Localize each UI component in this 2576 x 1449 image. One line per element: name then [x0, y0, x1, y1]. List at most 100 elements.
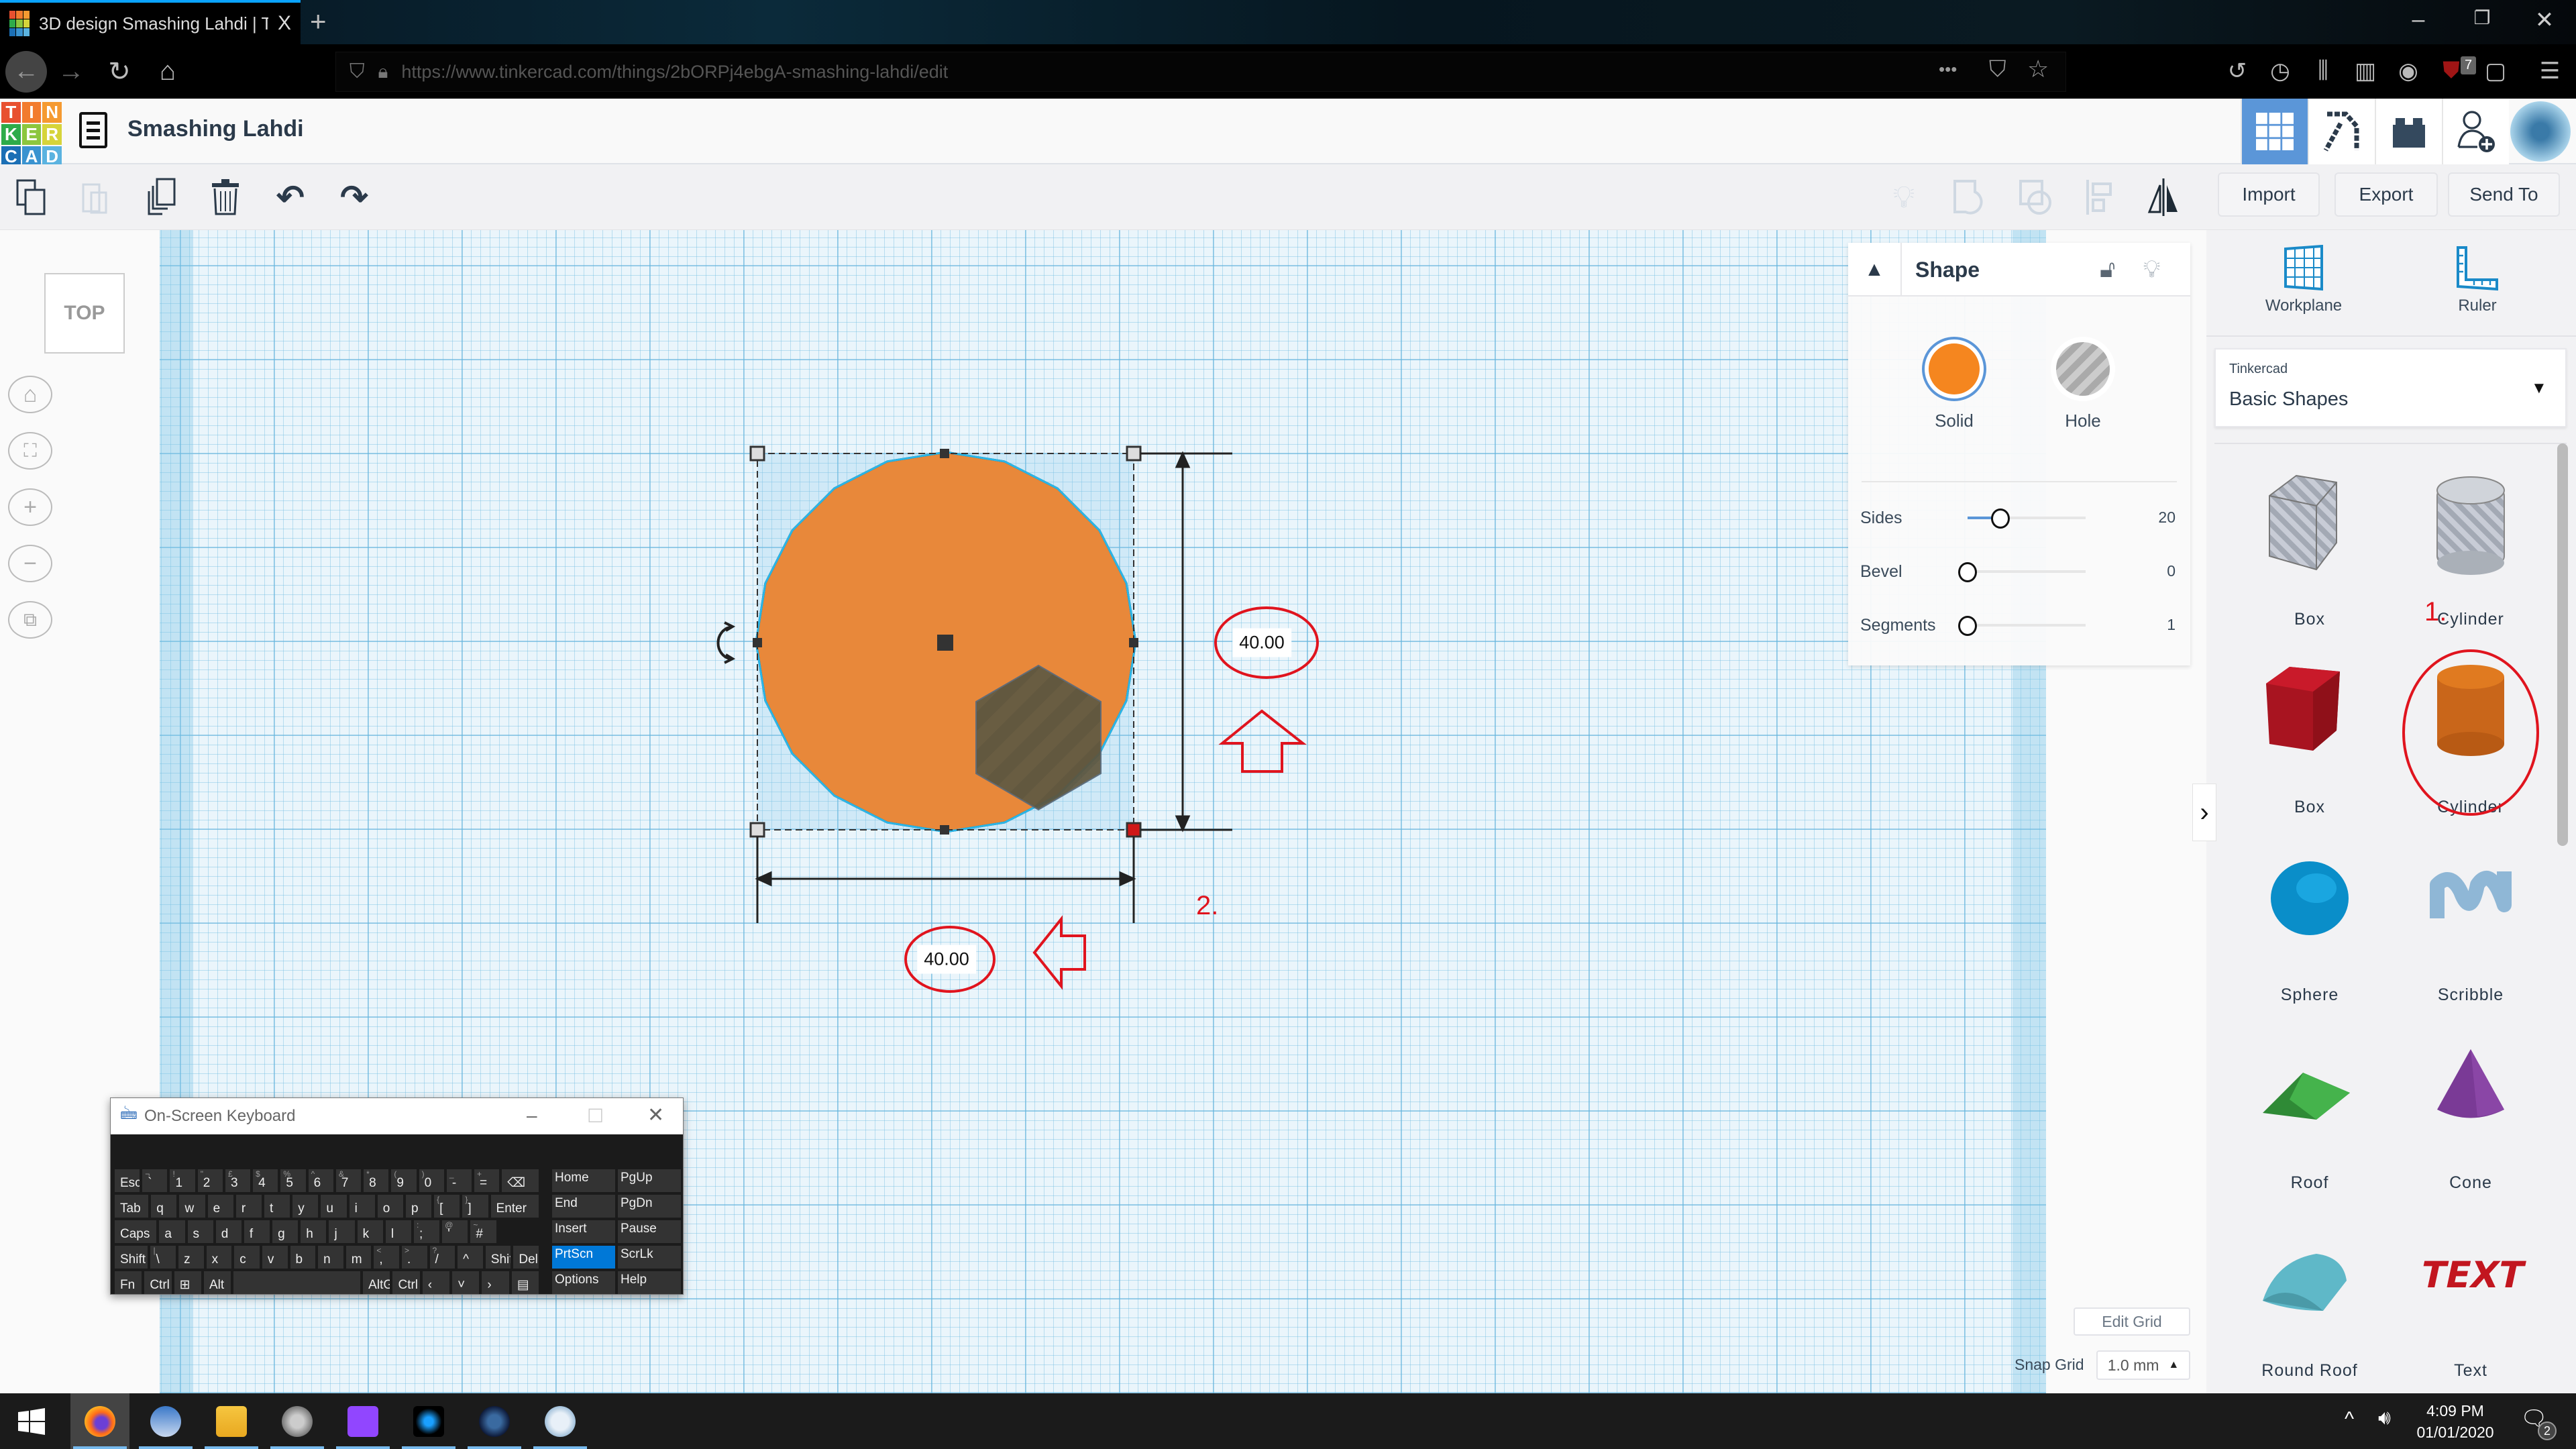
key-pgdn[interactable]: PgDn	[618, 1195, 681, 1218]
lego-view-button[interactable]	[2375, 99, 2442, 164]
osk-maximize-button[interactable]: ☐	[587, 1105, 604, 1127]
key[interactable]	[233, 1271, 361, 1294]
key[interactable]: e	[207, 1195, 233, 1218]
undo-button[interactable]: ↶	[270, 176, 311, 218]
key[interactable]: Caps	[115, 1220, 157, 1243]
tinkercad-logo[interactable]: TINKERCAD	[1, 102, 62, 167]
mirror-button[interactable]	[2143, 176, 2184, 218]
key[interactable]: Shift	[485, 1246, 511, 1269]
key[interactable]: j	[329, 1220, 355, 1243]
key[interactable]: b	[290, 1246, 316, 1269]
key[interactable]: m	[345, 1246, 372, 1269]
key[interactable]: h	[301, 1220, 327, 1243]
key[interactable]: q	[151, 1195, 177, 1218]
key-insert[interactable]: Insert	[552, 1220, 615, 1243]
key[interactable]: ! 1	[170, 1169, 195, 1192]
show-hide-button[interactable]: 💡︎	[1883, 176, 1925, 218]
ruler-tool[interactable]: Ruler	[2424, 245, 2531, 315]
key[interactable]: ›	[482, 1271, 509, 1294]
key[interactable]: u	[321, 1195, 347, 1218]
osk-title-bar[interactable]: 🖮︎ On-Screen Keyboard – ☐ ✕	[111, 1098, 683, 1134]
taskbar-app-twitch[interactable]	[333, 1393, 392, 1449]
key[interactable]: ⊞	[174, 1271, 201, 1294]
param-value[interactable]: 0	[2167, 562, 2176, 580]
tracking-shield-icon[interactable]: ⛉	[350, 60, 365, 83]
user-avatar[interactable]	[2510, 101, 2571, 162]
key[interactable]: ^	[458, 1246, 483, 1269]
taskbar-clock[interactable]: 4:09 PM 01/01/2020	[2408, 1400, 2502, 1443]
paste-button[interactable]	[75, 176, 117, 218]
param-slider-track[interactable]	[1968, 624, 2086, 627]
minimize-button[interactable]: –	[2395, 7, 2442, 33]
volume-icon[interactable]: 🔊︎	[2378, 1407, 2391, 1430]
home-button[interactable]: ⌂	[144, 56, 192, 87]
param-slider-track[interactable]	[1968, 570, 2086, 573]
key[interactable]: o	[377, 1195, 403, 1218]
shape-sphere[interactable]: Sphere	[2236, 845, 2383, 1026]
view-cube[interactable]: TOP	[44, 273, 125, 354]
group-button[interactable]	[1949, 176, 1990, 218]
url-text[interactable]: https://www.tinkercad.com/things/2bORPj4…	[401, 62, 948, 83]
param-value[interactable]: 1	[2167, 616, 2176, 634]
key[interactable]: * 8	[364, 1169, 389, 1192]
key[interactable]: ~ #	[470, 1220, 496, 1243]
key-end[interactable]: End	[552, 1195, 615, 1218]
key[interactable]: n	[318, 1246, 343, 1269]
key[interactable]: (9	[391, 1169, 417, 1192]
key[interactable]: ) 0	[419, 1169, 444, 1192]
key[interactable]: Tab	[115, 1195, 149, 1218]
invite-user-button[interactable]	[2442, 99, 2509, 164]
key[interactable]: + =	[474, 1169, 500, 1192]
lightbulb-icon[interactable]: 💡︎	[2143, 255, 2160, 284]
snap-grid-select[interactable]: 1.0 mm ▲	[2096, 1350, 2190, 1380]
key[interactable]: y	[292, 1195, 319, 1218]
browser-tab[interactable]: 3D design Smashing Lahdi | Tir X	[0, 0, 301, 44]
sidebar-icon[interactable]: ▥	[2344, 58, 2387, 85]
library-scrollbar[interactable]	[2557, 443, 2568, 846]
key[interactable]: {[	[434, 1195, 460, 1218]
key[interactable]: l	[385, 1220, 412, 1243]
key[interactable]: ‹	[422, 1271, 450, 1294]
key[interactable]: Ctrl	[392, 1271, 420, 1294]
key[interactable]: s	[187, 1220, 213, 1243]
fit-view-button[interactable]: ⛶	[8, 432, 52, 470]
shape-cylinder[interactable]: Cylinder	[2397, 657, 2544, 838]
import-button[interactable]: Import	[2218, 172, 2320, 217]
redo-button[interactable]: ↷	[333, 176, 375, 218]
shape-roof[interactable]: Roof	[2236, 1032, 2383, 1214]
design-list-icon[interactable]	[79, 112, 107, 148]
param-slider-knob[interactable]	[1958, 616, 1977, 636]
taskbar-app-battlenet[interactable]	[399, 1393, 458, 1449]
page-actions-button[interactable]: •••	[1939, 59, 1957, 80]
key[interactable]: $4	[253, 1169, 278, 1192]
solid-button[interactable]	[1922, 337, 1986, 401]
forward-button[interactable]: →	[47, 56, 95, 87]
key[interactable]: Shift	[115, 1246, 148, 1269]
height-dimension-input[interactable]: 40.00	[1232, 628, 1291, 657]
back-button[interactable]: ←	[5, 50, 47, 93]
taskbar-app-file-explorer[interactable]	[202, 1393, 261, 1449]
key[interactable]: ˅	[452, 1271, 480, 1294]
key[interactable]: t	[264, 1195, 290, 1218]
key[interactable]: g	[272, 1220, 299, 1243]
account-icon[interactable]: ◉	[2387, 58, 2430, 85]
unlock-icon[interactable]: 🔓︎	[2100, 255, 2115, 284]
key[interactable]: £3	[225, 1169, 251, 1192]
shape-cone[interactable]: Cone	[2397, 1032, 2544, 1214]
key[interactable]: p	[405, 1195, 432, 1218]
key[interactable]: x	[206, 1246, 232, 1269]
hamburger-menu-icon[interactable]: ☰	[2528, 58, 2571, 85]
shape-cylinder[interactable]: Cylinder	[2397, 469, 2544, 650]
collapse-inspector-button[interactable]: ▲	[1848, 243, 1902, 297]
align-button[interactable]	[2079, 176, 2121, 218]
key[interactable]: :;	[414, 1220, 440, 1243]
key[interactable]: ¬ `	[142, 1169, 168, 1192]
key-home[interactable]: Home	[552, 1169, 615, 1192]
copy-button[interactable]	[11, 176, 52, 218]
key[interactable]: z	[178, 1246, 204, 1269]
collapse-sidebar-button[interactable]: ›	[2192, 784, 2216, 841]
key[interactable]: % 5	[280, 1169, 306, 1192]
key[interactable]: ? /	[429, 1246, 455, 1269]
key[interactable]: Del	[513, 1246, 539, 1269]
key[interactable]: Fn	[115, 1271, 142, 1294]
